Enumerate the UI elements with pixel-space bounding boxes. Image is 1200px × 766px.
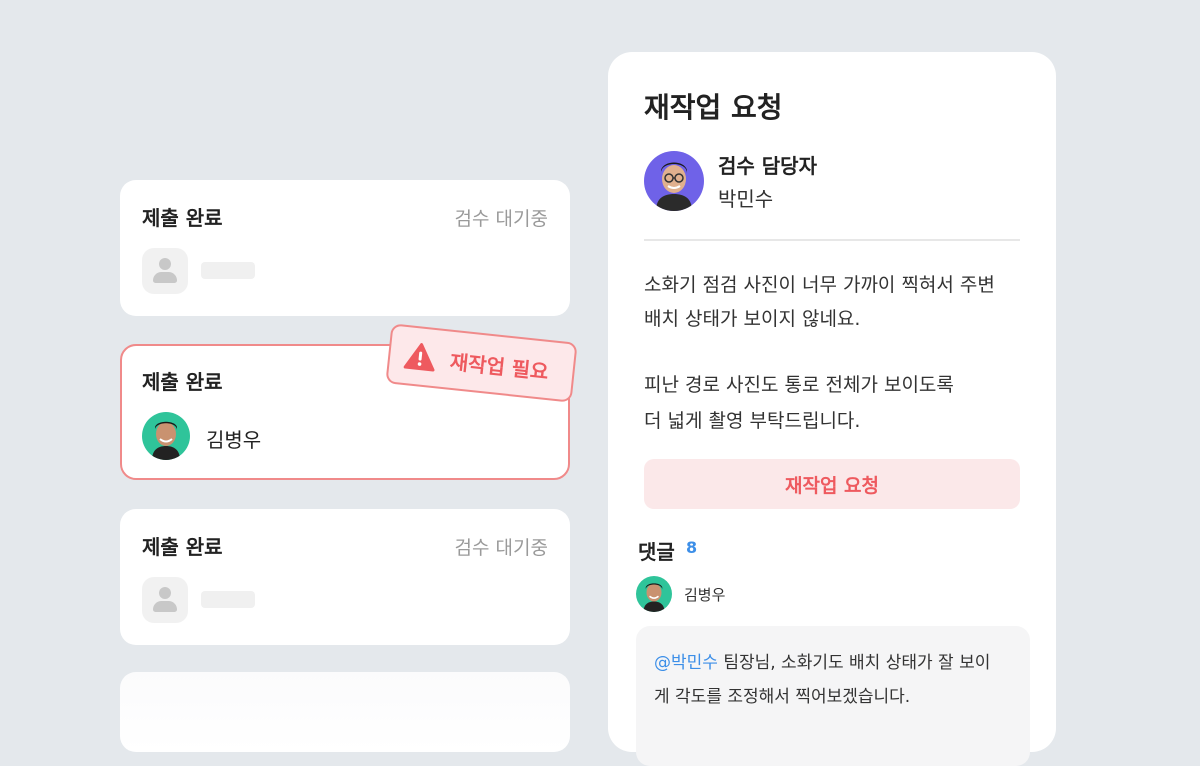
warning-icon (403, 343, 435, 372)
submission-card-3[interactable]: 제출 완료 검수 대기중 (120, 509, 570, 645)
message-line: 배치 상태가 보이지 않네요. (644, 308, 861, 330)
comment-bubble: @박민수 팀장님, 소화기도 배치 상태가 잘 보이 게 각도를 조정해서 찍어… (636, 626, 1030, 766)
message-line: 피난 경로 사진도 통로 전체가 보이도록 (644, 374, 954, 396)
name-placeholder (201, 262, 255, 279)
name-placeholder (201, 591, 255, 608)
divider (644, 239, 1020, 241)
card-status: 검수 대기중 (454, 537, 548, 559)
message-line: 소화기 점검 사진이 너무 가까이 찍혀서 주변 (644, 274, 995, 296)
user-name: 김병우 (206, 428, 262, 452)
badge-label: 재작업 필요 (448, 349, 550, 384)
rework-request-button[interactable]: 재작업 요청 (644, 459, 1020, 509)
card-status: 검수 대기중 (454, 208, 548, 230)
submission-card-4 (120, 672, 570, 752)
card-title: 제출 완료 (142, 206, 223, 230)
reviewer-name: 박민수 (718, 187, 774, 211)
message-line: 더 넓게 촬영 부탁드립니다. (644, 410, 861, 432)
rework-request-panel: 재작업 요청 검수 담당자 박민수 소화기 점검 사진이 너무 가까이 찍혀서 … (608, 52, 1056, 766)
comment-line-1: @박민수 팀장님, 소화기도 배치 상태가 잘 보이 (654, 646, 1014, 680)
user-placeholder-icon (142, 577, 188, 623)
avatar (142, 412, 190, 460)
comment-text: 팀장님, 소화기도 배치 상태가 잘 보이 (717, 653, 991, 673)
commenter-avatar (636, 576, 672, 612)
panel-title: 재작업 요청 (644, 91, 783, 124)
reviewer-avatar (644, 151, 704, 211)
card-title: 제출 완료 (142, 370, 223, 394)
comments-count: 8 (686, 538, 698, 557)
reviewer-label: 검수 담당자 (718, 154, 817, 178)
comments-label: 댓글 (638, 540, 675, 564)
card-title: 제출 완료 (142, 535, 223, 559)
user-placeholder-icon (142, 248, 188, 294)
mention-link[interactable]: @박민수 (654, 653, 718, 673)
commenter-name: 김병우 (684, 586, 726, 604)
comment-line-2: 게 각도를 조정해서 찍어보겠습니다. (654, 687, 911, 707)
submission-card-1[interactable]: 제출 완료 검수 대기중 (120, 180, 570, 316)
